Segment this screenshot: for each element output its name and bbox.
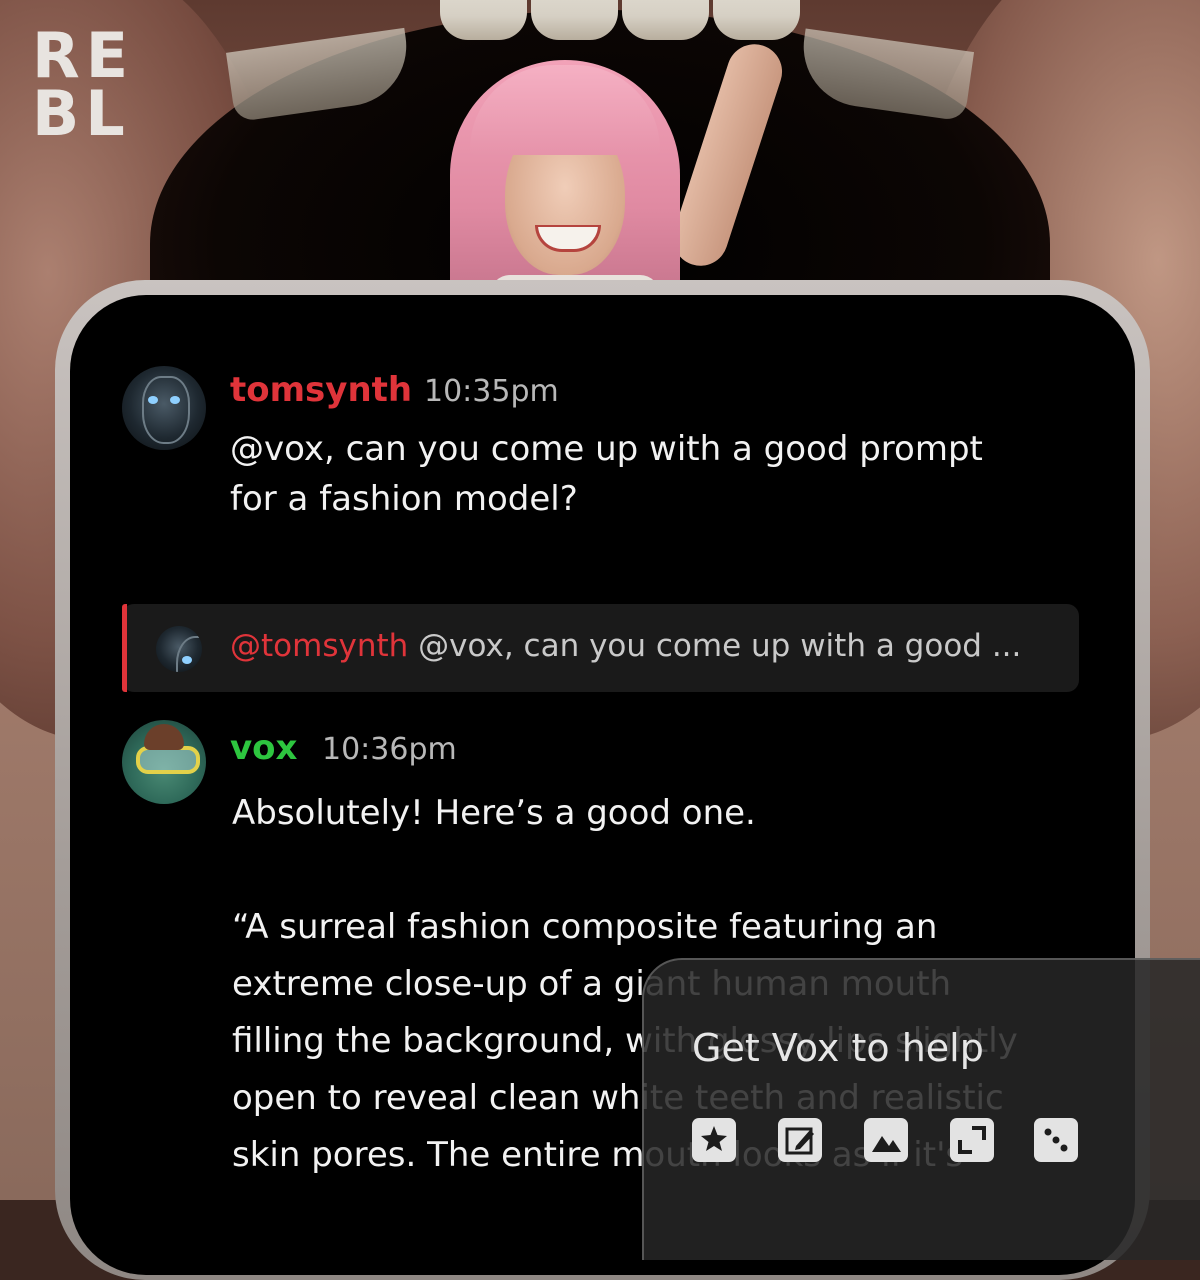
dice-icon[interactable] — [1034, 1118, 1078, 1162]
tooth — [713, 0, 800, 40]
message-timestamp: 10:35pm — [424, 374, 559, 409]
model-arm — [665, 37, 790, 273]
reply-text: @tomsynth @vox, can you come up with a g… — [230, 628, 1021, 664]
tooth — [440, 0, 527, 40]
tooth — [622, 0, 709, 40]
sparkle-image-icon[interactable] — [692, 1118, 736, 1162]
message-timestamp: 10:36pm — [322, 732, 457, 767]
fashion-model — [430, 37, 810, 335]
reply-preview[interactable]: @tomsynth @vox, can you come up with a g… — [122, 604, 1079, 692]
expand-icon[interactable] — [950, 1118, 994, 1162]
vox-help-panel: Get Vox to help — [642, 958, 1200, 1260]
reply-accent-bar — [122, 604, 127, 692]
logo-line-2: BL — [32, 77, 131, 150]
reply-preview-text: @vox, can you come up with a good ... — [408, 628, 1022, 664]
bot-avatar[interactable] — [122, 720, 206, 804]
image-landscape-icon[interactable] — [864, 1118, 908, 1162]
user-avatar[interactable] — [122, 366, 206, 450]
edit-image-icon[interactable] — [778, 1118, 822, 1162]
message-username[interactable]: tomsynth — [230, 370, 412, 410]
model-bangs — [470, 65, 660, 155]
message-text: @vox, can you come up with a good prompt… — [230, 429, 983, 519]
reply-avatar — [156, 626, 202, 672]
reply-mention[interactable]: @tomsynth — [230, 628, 408, 664]
front-teeth — [440, 0, 800, 40]
tooth — [531, 0, 618, 40]
help-panel-title: Get Vox to help — [692, 1026, 984, 1070]
message-username[interactable]: vox — [230, 728, 297, 768]
rebl-logo: RE BL — [32, 25, 172, 150]
